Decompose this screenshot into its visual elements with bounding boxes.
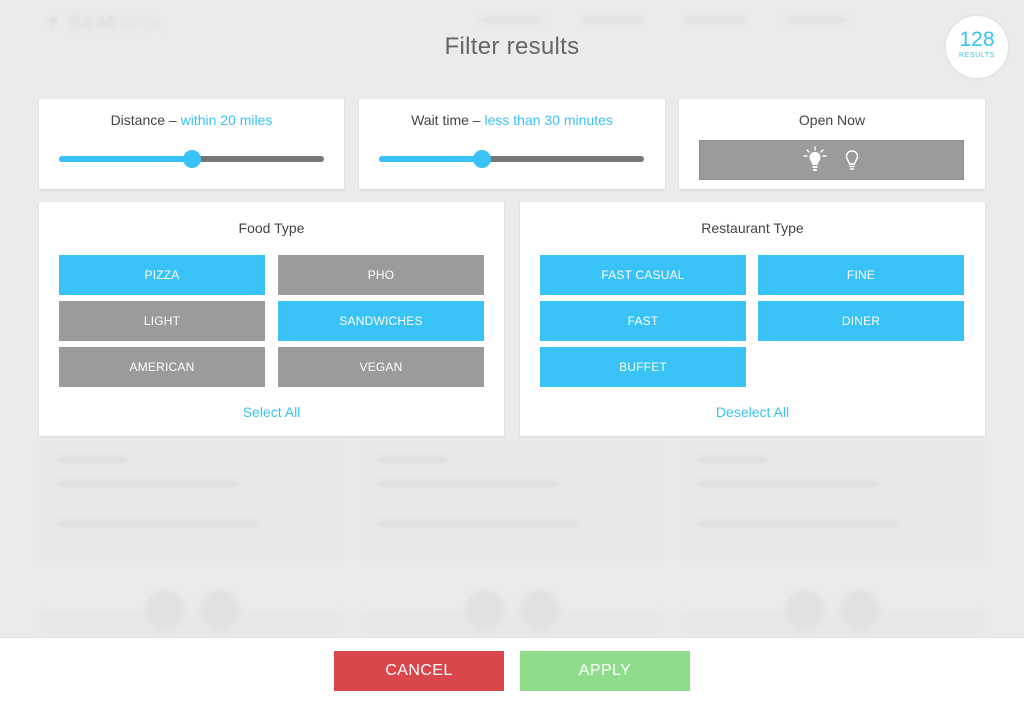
restaurant-chip-fast-casual[interactable]: FAST CASUAL [540, 255, 746, 295]
wait-time-slider-handle[interactable] [473, 150, 492, 168]
background-logo-thin: ninja [114, 11, 162, 34]
food-chip-pho[interactable]: PHO [278, 255, 484, 295]
distance-label: Distance – [110, 112, 177, 128]
background-logo: ✦ Seatninja [44, 11, 162, 34]
restaurant-chip-diner[interactable]: DINER [758, 301, 964, 341]
open-now-toggle[interactable] [699, 140, 964, 180]
background-nav [480, 16, 848, 24]
restaurant-chip-buffet[interactable]: BUFFET [540, 347, 746, 387]
food-chip-american[interactable]: AMERICAN [59, 347, 265, 387]
distance-panel: Distance – within 20 miles [39, 99, 344, 189]
wait-time-slider[interactable] [379, 150, 644, 168]
restaurant-chip-fine[interactable]: FINE [758, 255, 964, 295]
restaurant-chip-fast[interactable]: FAST [540, 301, 746, 341]
distance-slider[interactable] [59, 150, 324, 168]
food-type-title: Food Type [238, 220, 305, 236]
restaurant-type-panel: Restaurant Type FAST CASUAL FINE FAST DI… [520, 202, 985, 436]
select-all-link[interactable]: Select All [39, 404, 504, 420]
food-chip-pizza[interactable]: PIZZA [59, 255, 265, 295]
modal-title: Filter results [444, 33, 580, 60]
results-label: RESULTS [959, 52, 995, 59]
unlit-bulb-icon [842, 147, 862, 173]
wait-time-label: Wait time – [411, 112, 481, 128]
food-chip-vegan[interactable]: VEGAN [278, 347, 484, 387]
distance-slider-handle[interactable] [182, 150, 201, 168]
open-now-panel: Open Now [679, 99, 985, 189]
background-logo-bold: Seat [68, 11, 115, 34]
food-chip-sandwiches[interactable]: SANDWICHES [278, 301, 484, 341]
deselect-all-link[interactable]: Deselect All [520, 404, 985, 420]
open-now-title: Open Now [798, 112, 866, 128]
restaurant-type-title: Restaurant Type [701, 220, 804, 236]
distance-slider-fill [59, 156, 192, 162]
apply-button[interactable]: APPLY [520, 651, 690, 691]
results-count: 128 [959, 28, 995, 51]
food-chip-light[interactable]: LIGHT [59, 301, 265, 341]
cancel-button[interactable]: CANCEL [334, 651, 504, 691]
food-type-panel: Food Type PIZZA PHO LIGHT SANDWICHES AME… [39, 202, 504, 436]
results-count-badge: 128 RESULTS [946, 16, 1008, 78]
distance-title: Distance – within 20 miles [39, 112, 344, 128]
wait-time-value: less than 30 minutes [484, 112, 613, 128]
lit-bulb-icon [802, 146, 828, 174]
wait-time-slider-fill [379, 156, 483, 162]
wait-time-panel: Wait time – less than 30 minutes [359, 99, 665, 189]
footer-bar: CANCEL APPLY [0, 637, 1024, 704]
distance-value: within 20 miles [180, 112, 273, 128]
wait-time-title: Wait time – less than 30 minutes [359, 112, 665, 128]
